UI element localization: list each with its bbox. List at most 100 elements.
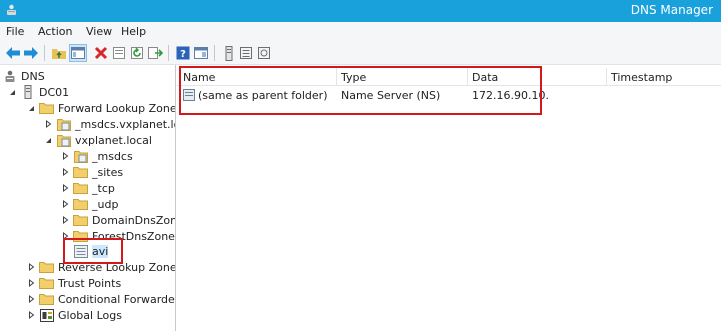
zone-icon xyxy=(73,150,88,163)
tree-node-label: DNS xyxy=(21,69,45,83)
tree-node-forestdnszones[interactable]: ForestDnsZones xyxy=(60,228,176,244)
folder-icon xyxy=(73,230,88,243)
column-header-data[interactable]: Data xyxy=(472,71,498,84)
menu-help[interactable]: Help xyxy=(121,25,146,38)
tree-node-label: Trust Points xyxy=(58,276,122,290)
help-icon[interactable]: ? xyxy=(174,44,192,62)
tree-node-label: Forward Lookup Zones xyxy=(58,101,176,115)
tree-node-global-logs[interactable]: Global Logs xyxy=(26,307,122,323)
cell-data: 172.16.90.10. xyxy=(472,89,549,102)
tree-node-label: _msdcs.vxplanet.local xyxy=(75,117,175,131)
folder-icon xyxy=(73,198,88,211)
column-divider[interactable] xyxy=(467,68,468,86)
tree-node-label: _tcp xyxy=(92,181,115,195)
folder-icon xyxy=(73,214,88,227)
toolbar-separator xyxy=(214,45,215,61)
tree-node-conditional-forwarders[interactable]: Conditional Forwarders xyxy=(26,291,176,307)
column-header-timestamp[interactable]: Timestamp xyxy=(611,71,672,84)
window-title: DNS Manager xyxy=(630,3,713,17)
collapsed-arrow-icon[interactable] xyxy=(60,151,70,161)
folder-icon xyxy=(73,182,88,195)
properties-icon[interactable] xyxy=(110,44,128,62)
zone-icon xyxy=(56,118,71,131)
tree-node-label: Conditional Forwarders xyxy=(58,292,176,306)
forward-arrow-icon[interactable] xyxy=(22,44,40,62)
menu-file[interactable]: File xyxy=(6,25,24,38)
tree-node-label: _sites xyxy=(92,165,124,179)
table-row[interactable]: (same as parent folder) Name Server (NS)… xyxy=(177,87,721,105)
column-header-name[interactable]: Name xyxy=(183,71,215,84)
tree-node-label: avi xyxy=(92,244,109,258)
menu-action[interactable]: Action xyxy=(38,25,72,38)
folder-icon xyxy=(39,293,54,306)
tree-node-msdcs-vxplanet-local[interactable]: _msdcs.vxplanet.local xyxy=(43,116,175,132)
record-icon xyxy=(183,89,195,104)
server-icon[interactable] xyxy=(220,44,238,62)
toolbar-separator xyxy=(44,45,45,61)
tree-node-tcp[interactable]: _tcp xyxy=(60,180,115,196)
collapsed-arrow-icon[interactable] xyxy=(26,294,36,304)
collapsed-arrow-icon[interactable] xyxy=(60,183,70,193)
expanded-arrow-icon[interactable] xyxy=(43,135,53,145)
collapsed-arrow-icon[interactable] xyxy=(60,199,70,209)
folder-icon xyxy=(39,277,54,290)
tree-node-dns[interactable]: DNS xyxy=(2,68,45,84)
up-folder-icon[interactable] xyxy=(50,44,68,62)
collapsed-arrow-icon[interactable] xyxy=(26,310,36,320)
tree-node-udp[interactable]: _udp xyxy=(60,196,118,212)
zone-icon[interactable] xyxy=(237,44,255,62)
server-icon xyxy=(20,85,35,99)
collapsed-arrow-icon[interactable] xyxy=(26,278,36,288)
tree-node-label: ForestDnsZones xyxy=(92,229,176,243)
column-header-type[interactable]: Type xyxy=(341,71,366,84)
folder-icon xyxy=(39,261,54,274)
collapsed-arrow-icon[interactable] xyxy=(60,167,70,177)
tree-node-avi[interactable]: avi xyxy=(73,243,109,259)
expanded-arrow-icon[interactable] xyxy=(7,87,17,97)
toolbar-separator xyxy=(168,45,169,61)
tree-node-domaindnszones[interactable]: DomainDnsZones xyxy=(60,212,176,228)
tree-node-label: _msdcs xyxy=(92,149,133,163)
cell-type: Name Server (NS) xyxy=(341,89,441,102)
collapsed-arrow-icon[interactable] xyxy=(60,215,70,225)
collapsed-arrow-icon[interactable] xyxy=(43,119,53,129)
back-arrow-icon[interactable] xyxy=(4,44,22,62)
tree-node-trust-points[interactable]: Trust Points xyxy=(26,275,121,291)
export-list-icon[interactable] xyxy=(146,44,164,62)
toolbar: ? xyxy=(0,41,721,65)
tree-node-msdcs[interactable]: _msdcs xyxy=(60,148,133,164)
folder-icon xyxy=(39,102,54,115)
folder-icon xyxy=(73,166,88,179)
svg-text:?: ? xyxy=(180,49,186,60)
menu-bar: File Action View Help xyxy=(0,22,721,41)
refresh-icon[interactable] xyxy=(128,44,146,62)
tree-node-label: Global Logs xyxy=(58,308,122,322)
tree-node-vxplanet-local[interactable]: vxplanet.local xyxy=(43,132,152,148)
tree-node-label: DomainDnsZones xyxy=(92,213,176,227)
event-log-icon xyxy=(39,308,54,322)
dns-manager-icon[interactable] xyxy=(5,4,18,17)
record-icon[interactable] xyxy=(255,44,273,62)
tree-node-label: vxplanet.local xyxy=(75,133,152,147)
results-pane[interactable]: Name Type Data Timestamp (same as parent… xyxy=(177,65,721,331)
cell-name: (same as parent folder) xyxy=(198,89,328,102)
tree-node-label: Reverse Lookup Zones xyxy=(58,260,176,274)
console-tree[interactable]: DNS DC01 Forward Lookup Zones _msdcs.vxp… xyxy=(0,65,176,331)
collapsed-arrow-icon[interactable] xyxy=(60,231,70,241)
zone-icon xyxy=(73,244,88,258)
tree-node-reverse-lookup-zones[interactable]: Reverse Lookup Zones xyxy=(26,259,176,275)
collapsed-arrow-icon[interactable] xyxy=(26,262,36,272)
column-divider[interactable] xyxy=(606,68,607,86)
list-header: Name Type Data Timestamp xyxy=(177,68,721,86)
tree-node-dc01[interactable]: DC01 xyxy=(7,84,69,100)
tree-node-forward-lookup-zones[interactable]: Forward Lookup Zones xyxy=(26,100,176,116)
column-divider[interactable] xyxy=(336,68,337,86)
show-hide-tree-icon[interactable] xyxy=(69,44,87,62)
mmc-console-icon[interactable] xyxy=(192,44,210,62)
dns-icon xyxy=(2,70,17,83)
tree-node-sites[interactable]: _sites xyxy=(60,164,123,180)
zone-icon xyxy=(56,134,71,147)
expanded-arrow-icon[interactable] xyxy=(26,103,36,113)
menu-view[interactable]: View xyxy=(86,25,112,38)
delete-icon[interactable] xyxy=(92,44,110,62)
